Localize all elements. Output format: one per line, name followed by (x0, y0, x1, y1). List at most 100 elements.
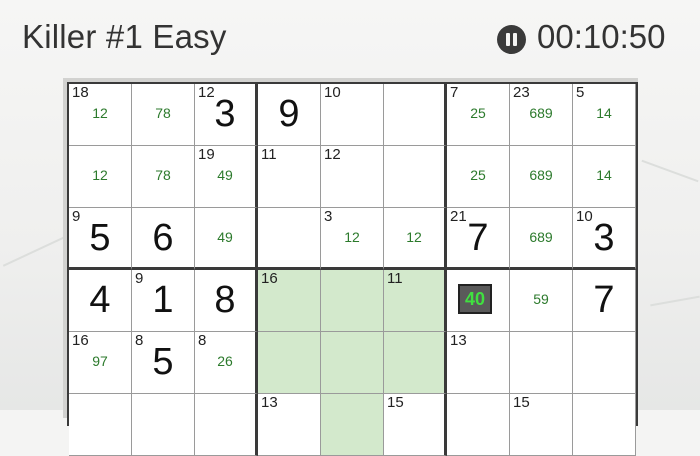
cell-value: 1 (152, 279, 174, 321)
cage-sum: 7 (450, 84, 459, 101)
cage-sum: 15 (387, 394, 404, 411)
board-cell[interactable]: 12 (321, 146, 384, 208)
board-cell[interactable]: 95 (69, 208, 132, 270)
cell-value: 9 (278, 93, 300, 135)
cage-sum: 23 (513, 84, 530, 101)
pencil-notes: 12 (344, 229, 360, 245)
board-cell[interactable]: 3 12 (321, 208, 384, 270)
cage-sum: 15 (513, 394, 530, 411)
board-cell[interactable]: 10 (321, 84, 384, 146)
pencil-notes: 12 (92, 167, 108, 183)
board-cell[interactable]: 78 (132, 146, 195, 208)
board-cell[interactable]: 16 (258, 270, 321, 332)
pencil-notes: 14 (596, 105, 612, 121)
board-cell[interactable] (321, 394, 384, 456)
cage-sum: 8 (198, 332, 207, 349)
pencil-notes: 689 (529, 105, 553, 121)
cage-sum: 19 (198, 146, 215, 163)
cell-value: 5 (89, 217, 111, 259)
board-cell[interactable] (384, 84, 447, 146)
board-cell[interactable]: 8 (195, 270, 258, 332)
board-cell[interactable] (258, 332, 321, 394)
board-cell[interactable]: 91 (132, 270, 195, 332)
board-cell[interactable]: 7 25 (447, 84, 510, 146)
cage-sum: 18 (72, 84, 89, 101)
sudoku-board: 18 12 78 12 3 9 10 7 25 23 689 5 14 12 78 19 49 11 12 25 689… (67, 82, 638, 456)
board-cell[interactable]: 12 (69, 146, 132, 208)
pencil-notes: 97 (92, 353, 108, 369)
cell-value: 8 (214, 279, 236, 321)
pause-icon[interactable] (497, 25, 526, 54)
board-cell[interactable]: 15 (510, 394, 573, 456)
board-cell[interactable] (195, 394, 258, 456)
board-cell[interactable]: 40 (447, 270, 510, 332)
board-cell[interactable]: 16 97 (69, 332, 132, 394)
pencil-notes: 49 (217, 229, 233, 245)
board-cell[interactable]: 11 (384, 270, 447, 332)
board-cell[interactable]: 59 (510, 270, 573, 332)
board-cell[interactable]: 10 3 (573, 208, 636, 270)
cell-value: 4 (89, 279, 111, 321)
board-cell[interactable] (573, 394, 636, 456)
pencil-notes: 689 (529, 229, 553, 245)
cage-sum: 10 (324, 84, 341, 101)
pencil-notes: 25 (470, 105, 486, 121)
board-cell[interactable] (132, 394, 195, 456)
board-cell[interactable]: 5 14 (573, 84, 636, 146)
board-cell[interactable]: 25 (447, 146, 510, 208)
board-cell[interactable]: 14 (573, 146, 636, 208)
puzzle-title: Killer #1 Easy (22, 18, 227, 55)
pause-bar (513, 33, 517, 46)
board-cell[interactable]: 6 (132, 208, 195, 270)
board-cell[interactable]: 15 (384, 394, 447, 456)
board-cell[interactable]: 7 (573, 270, 636, 332)
board-cell[interactable]: 78 (132, 84, 195, 146)
cell-value: 7 (467, 217, 489, 259)
board-cell[interactable] (573, 332, 636, 394)
cell-value: 3 (214, 93, 236, 135)
timer: 00:10:50 (537, 18, 666, 55)
pencil-notes: 689 (529, 167, 553, 183)
cage-sum: 16 (261, 270, 278, 287)
cell-value: 3 (593, 217, 615, 259)
board-cell[interactable]: 19 49 (195, 146, 258, 208)
cage-sum: 12 (324, 146, 341, 163)
pencil-notes: 12 (92, 105, 108, 121)
board-cell[interactable] (321, 270, 384, 332)
board-cell[interactable]: 8 26 (195, 332, 258, 394)
board-cell[interactable]: 689 (510, 146, 573, 208)
cage-sum: 13 (261, 394, 278, 411)
board-cell[interactable]: 12 3 (195, 84, 258, 146)
board-cell[interactable] (384, 332, 447, 394)
cage-sum: 5 (576, 84, 585, 101)
board-cell[interactable] (447, 394, 510, 456)
board-cell[interactable] (384, 146, 447, 208)
pencil-notes: 78 (155, 167, 171, 183)
board-cell[interactable] (258, 208, 321, 270)
pencil-notes: 49 (217, 167, 233, 183)
board-cell[interactable]: 12 (384, 208, 447, 270)
board-cell[interactable]: 11 (258, 146, 321, 208)
board-cell[interactable]: 13 (258, 394, 321, 456)
cage-sum: 3 (324, 208, 333, 225)
pencil-notes: 26 (217, 353, 233, 369)
board-cell[interactable]: 13 (447, 332, 510, 394)
board-cell[interactable] (510, 332, 573, 394)
board-cell[interactable]: 689 (510, 208, 573, 270)
board-cell[interactable] (321, 332, 384, 394)
pencil-notes: 12 (406, 229, 422, 245)
pencil-notes: 59 (533, 291, 549, 307)
cage-sum: 16 (72, 332, 89, 349)
board-cell[interactable] (69, 394, 132, 456)
cage-sum: 13 (450, 332, 467, 349)
board-cell[interactable]: 9 (258, 84, 321, 146)
board-cell[interactable]: 18 12 (69, 84, 132, 146)
cage-sum: 11 (387, 270, 403, 287)
board-cell[interactable]: 23 689 (510, 84, 573, 146)
board-cell[interactable]: 49 (195, 208, 258, 270)
board-cell[interactable]: 4 (69, 270, 132, 332)
board-cell[interactable]: 21 7 (447, 208, 510, 270)
board-cell[interactable]: 85 (132, 332, 195, 394)
cell-value: 6 (152, 217, 174, 259)
cell-value: 7 (593, 279, 615, 321)
